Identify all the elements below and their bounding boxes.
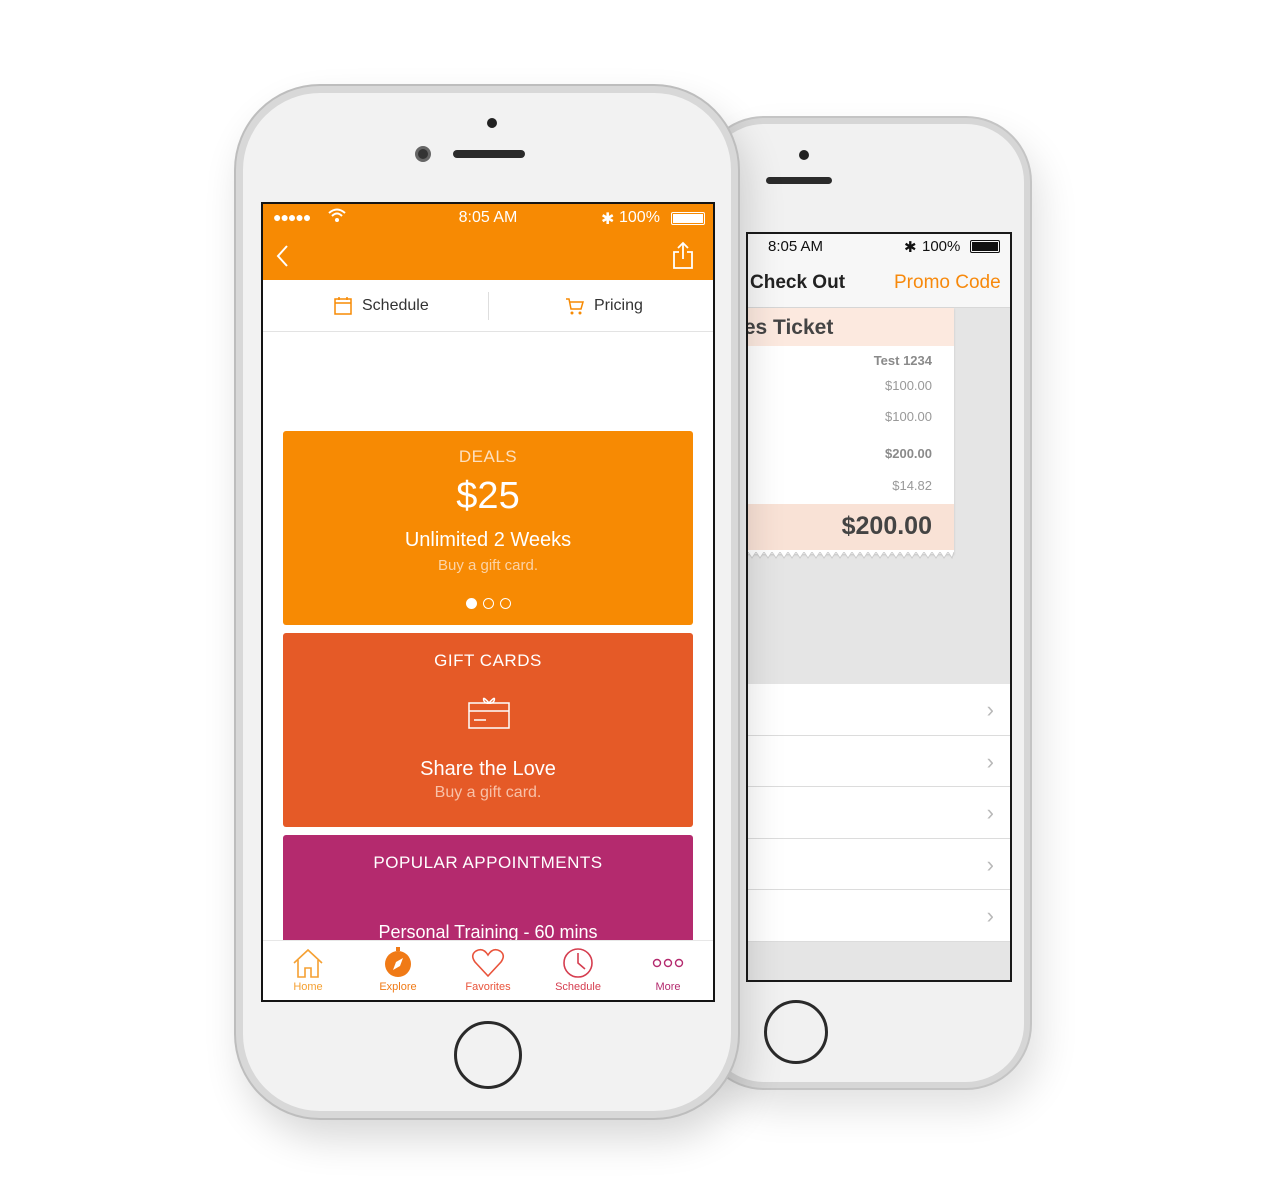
tab-home-label: Home [293, 981, 323, 993]
clock-icon [563, 948, 593, 978]
gift-card-subtitle: Buy a gift card. [434, 784, 542, 801]
bluetooth-icon: ✱ [904, 239, 917, 256]
chevron-right-icon: › [986, 697, 994, 722]
page-dot [483, 1001, 494, 1002]
ticket-item-name: Test 1234 [873, 353, 932, 368]
calendar-icon [334, 297, 352, 315]
gift-cards-card[interactable]: GIFT CARDS Share the Love Buy a gift car… [283, 633, 693, 827]
tab-more[interactable]: More [623, 941, 713, 1000]
battery-icon [671, 212, 705, 225]
tab-pricing-label: Pricing [594, 297, 643, 314]
gift-cards-card-title: GIFT CARDS [434, 651, 542, 670]
page-dot [465, 598, 477, 609]
checkout-screen: 8:05 AM ✱ 100% Check Out Promo Code les … [746, 232, 1012, 982]
list-item[interactable]: › [748, 736, 1010, 787]
bottom-tab-bar: Home Explore Favorites Schedule More [263, 940, 713, 1000]
page-dot [466, 1001, 477, 1002]
status-time: 8:05 AM [768, 238, 824, 255]
deal-subtitle: Buy a gift card. [437, 557, 539, 574]
payment-options-list: › › › › › [748, 684, 1010, 942]
status-bar: 8:05 AM ✱ 100% [748, 234, 1010, 258]
tab-schedule[interactable]: Schedule [333, 280, 429, 332]
back-phone: 8:05 AM ✱ 100% Check Out Promo Code les … [700, 118, 1030, 1088]
chevron-right-icon: › [986, 903, 994, 928]
earpiece-speaker [453, 150, 525, 158]
tab-schedule-bottom[interactable]: Schedule [533, 941, 623, 1000]
list-item[interactable]: › [748, 787, 1010, 839]
proximity-sensor [799, 150, 809, 160]
chevron-right-icon: › [986, 800, 994, 825]
sales-ticket: les Ticket Test 1234 $100.00 $100.00 $20… [748, 308, 954, 560]
navigation-bar: Check Out Promo Code [748, 258, 1010, 308]
ticket-item-price: $100.00 [885, 378, 932, 393]
ticket-heading: les Ticket [748, 308, 954, 346]
tab-schedule-label: Schedule [362, 297, 429, 314]
tab-favorites[interactable]: Favorites [443, 941, 533, 1000]
chevron-right-icon: › [986, 851, 994, 877]
ticket-total: $200.00 [748, 504, 954, 550]
explore-screen: ●●●●● 8:05 AM ✱ 100% Schedule Pricing DE… [261, 202, 715, 1002]
list-item[interactable]: › [748, 890, 1010, 942]
tab-home[interactable]: Home [263, 941, 353, 1000]
tab-explore-label: Explore [379, 981, 417, 993]
chevron-right-icon: › [986, 748, 994, 774]
footer-area [748, 941, 1010, 980]
bluetooth-icon: ✱ [601, 211, 615, 228]
cart-icon [566, 298, 584, 315]
proximity-sensor [487, 118, 497, 128]
promo-code-button[interactable]: Promo Code [894, 272, 1001, 294]
share-icon[interactable] [671, 240, 695, 270]
status-bar: ●●●●● 8:05 AM ✱ 100% [263, 204, 713, 232]
ticket-subtotal: $100.00 [885, 409, 932, 424]
tab-explore[interactable]: Explore [353, 941, 443, 1000]
tab-pricing[interactable]: Pricing [565, 280, 643, 332]
gift-card-icon [468, 697, 510, 729]
back-arrow-icon[interactable] [273, 242, 293, 270]
appointments-page-indicator[interactable] [283, 1001, 693, 1002]
tab-favorites-label: Favorites [465, 981, 511, 993]
deals-card-title: DEALS [458, 447, 518, 466]
battery-percent: 100% [619, 209, 660, 226]
home-icon [293, 948, 323, 978]
page-dot [500, 1001, 511, 1002]
battery-icon [970, 240, 1000, 253]
tab-divider [488, 292, 489, 320]
deals-card[interactable]: DEALS $25 Unlimited 2 Weeks Buy a gift c… [283, 431, 693, 625]
tab-more-label: More [655, 981, 681, 993]
heart-icon [471, 948, 505, 978]
tab-schedule-bottom-label: Schedule [555, 981, 601, 993]
segment-tabs: Schedule Pricing [263, 280, 713, 332]
battery-percent: 100% [922, 238, 961, 255]
page-title: Check Out [750, 272, 846, 293]
more-icon [652, 958, 684, 968]
navigation-bar [263, 232, 713, 280]
compass-icon [385, 947, 411, 977]
home-button[interactable] [454, 1021, 522, 1089]
earpiece-speaker [766, 177, 832, 184]
list-item[interactable]: › [748, 684, 1010, 736]
front-phone: ●●●●● 8:05 AM ✱ 100% Schedule Pricing DE… [236, 86, 738, 1118]
deal-name: Unlimited 2 Weeks [404, 529, 572, 551]
ticket-tax: $14.82 [892, 478, 932, 493]
ticket-amount: $200.00 [885, 446, 932, 461]
deal-price: $25 [456, 475, 520, 517]
page-dot [482, 598, 494, 609]
list-item[interactable]: › [748, 839, 1010, 890]
ticket-torn-edge [748, 552, 954, 560]
front-camera [415, 146, 431, 162]
gift-card-name: Share the Love [420, 758, 556, 780]
home-button[interactable] [764, 1000, 828, 1064]
popular-appointments-title: POPULAR APPOINTMENTS [373, 853, 603, 872]
ticket-area: les Ticket Test 1234 $100.00 $100.00 $20… [748, 308, 1010, 684]
deals-page-indicator[interactable] [283, 598, 693, 609]
page-dot [499, 598, 511, 609]
